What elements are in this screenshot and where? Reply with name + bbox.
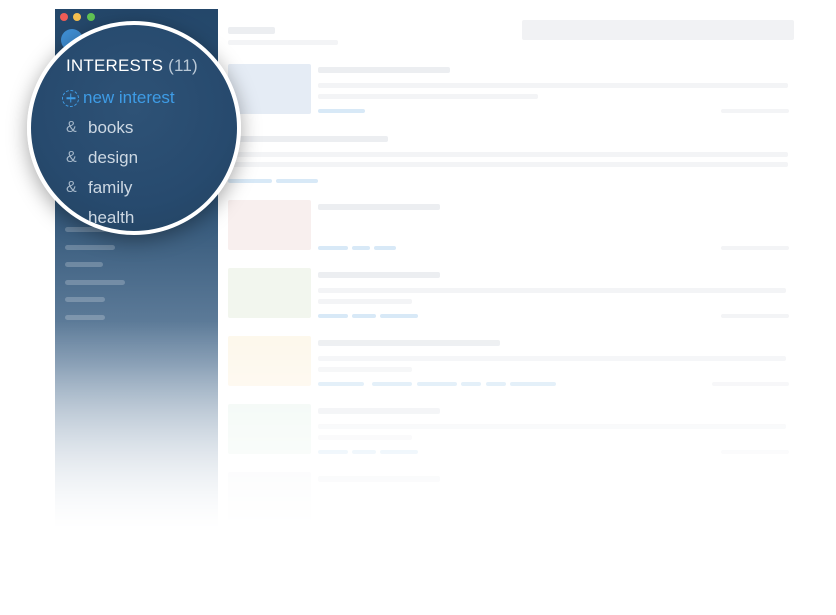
sidebar-item-family[interactable]: & family <box>66 177 132 199</box>
item-tag[interactable] <box>374 246 396 250</box>
new-interest-label: new interest <box>83 88 175 107</box>
sidebar-item-placeholder[interactable] <box>65 315 105 320</box>
item-meta <box>721 450 789 454</box>
main-content <box>218 9 802 529</box>
interests-section-title: INTERESTS (11) <box>66 56 198 76</box>
item-tag[interactable] <box>417 382 457 386</box>
sidebar-item-placeholder[interactable] <box>65 280 125 285</box>
item-title-placeholder[interactable] <box>318 476 440 482</box>
item-text-placeholder <box>318 367 412 372</box>
item-thumbnail[interactable] <box>228 64 311 114</box>
search-input[interactable] <box>522 20 794 40</box>
item-tag[interactable] <box>380 314 418 318</box>
ampersand-icon: & <box>66 119 77 136</box>
item-tag[interactable] <box>318 314 348 318</box>
section-title-label: INTERESTS <box>66 56 164 75</box>
text-placeholder <box>228 162 788 167</box>
item-tag[interactable] <box>486 382 506 386</box>
ampersand-icon: & <box>66 209 77 226</box>
sidebar-item-label: family <box>88 178 133 197</box>
section-heading-placeholder <box>228 136 388 142</box>
sidebar-item-books[interactable]: & books <box>66 117 133 139</box>
item-text-placeholder <box>318 356 786 361</box>
sidebar-item-design[interactable]: & design <box>66 147 138 169</box>
item-text-placeholder <box>318 94 538 99</box>
item-tag[interactable] <box>372 382 412 386</box>
item-text-placeholder <box>318 288 786 293</box>
item-text-placeholder <box>318 424 786 429</box>
item-tag[interactable] <box>380 450 418 454</box>
item-tag[interactable] <box>318 382 364 386</box>
new-interest-button[interactable]: new interest <box>62 87 175 109</box>
item-text-placeholder <box>318 83 788 88</box>
item-thumbnail[interactable] <box>228 268 311 318</box>
text-placeholder <box>228 152 788 157</box>
item-tag[interactable] <box>318 109 365 113</box>
item-title-placeholder[interactable] <box>318 408 440 414</box>
section-count-badge: (11) <box>168 56 198 75</box>
ampersand-icon: & <box>66 179 77 196</box>
sidebar-item-label: design <box>88 148 139 167</box>
item-title-placeholder[interactable] <box>318 204 440 210</box>
item-tag[interactable] <box>352 246 370 250</box>
item-text-placeholder <box>318 299 412 304</box>
item-tag[interactable] <box>461 382 481 386</box>
item-thumbnail[interactable] <box>228 404 311 454</box>
item-title-placeholder[interactable] <box>318 340 500 346</box>
item-meta <box>721 314 789 318</box>
minimize-window-button[interactable] <box>73 13 81 21</box>
sidebar-item-label: books <box>88 118 134 137</box>
item-tag[interactable] <box>352 450 376 454</box>
add-circle-icon <box>62 89 79 107</box>
sidebar-item-placeholder[interactable] <box>65 245 115 250</box>
item-text-placeholder <box>318 435 412 440</box>
item-meta <box>721 246 789 250</box>
item-tag[interactable] <box>510 382 556 386</box>
item-thumbnail[interactable] <box>228 200 311 250</box>
item-meta <box>721 109 789 113</box>
item-tag[interactable] <box>352 314 376 318</box>
close-window-button[interactable] <box>60 13 68 21</box>
sidebar-magnifier: INTERESTS (11) new interest & books & de… <box>27 21 241 235</box>
tag[interactable] <box>228 179 272 183</box>
item-thumbnail[interactable] <box>228 472 311 522</box>
page-title-placeholder <box>228 27 275 34</box>
ampersand-icon: & <box>66 149 77 166</box>
subtitle-placeholder <box>228 40 338 45</box>
sidebar-item-label: health <box>88 208 135 227</box>
sidebar-item-placeholder[interactable] <box>65 262 103 267</box>
item-meta <box>712 382 789 386</box>
tag[interactable] <box>276 179 318 183</box>
item-title-placeholder[interactable] <box>318 272 440 278</box>
item-tag[interactable] <box>318 450 348 454</box>
item-title-placeholder[interactable] <box>318 67 450 73</box>
item-tag[interactable] <box>318 246 348 250</box>
sidebar-item-health[interactable]: & health <box>66 207 134 229</box>
item-thumbnail[interactable] <box>228 336 311 386</box>
zoom-window-button[interactable] <box>87 13 95 21</box>
sidebar-item-placeholder[interactable] <box>65 297 105 302</box>
